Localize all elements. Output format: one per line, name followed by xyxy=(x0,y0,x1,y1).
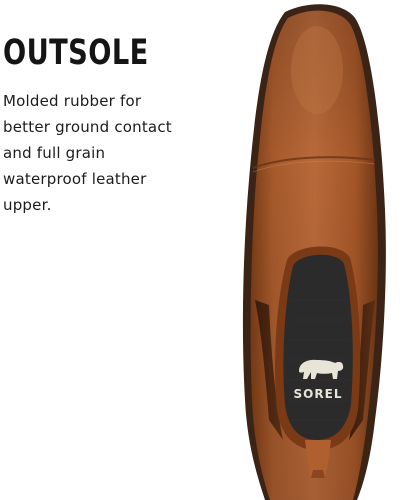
boot-lining xyxy=(283,254,353,440)
brand-logo: SOREL xyxy=(294,387,343,401)
boot-image: SOREL xyxy=(225,0,401,500)
feature-title: OUTSOLE xyxy=(3,33,149,73)
feature-description: Molded rubber for better ground contact … xyxy=(3,92,172,214)
